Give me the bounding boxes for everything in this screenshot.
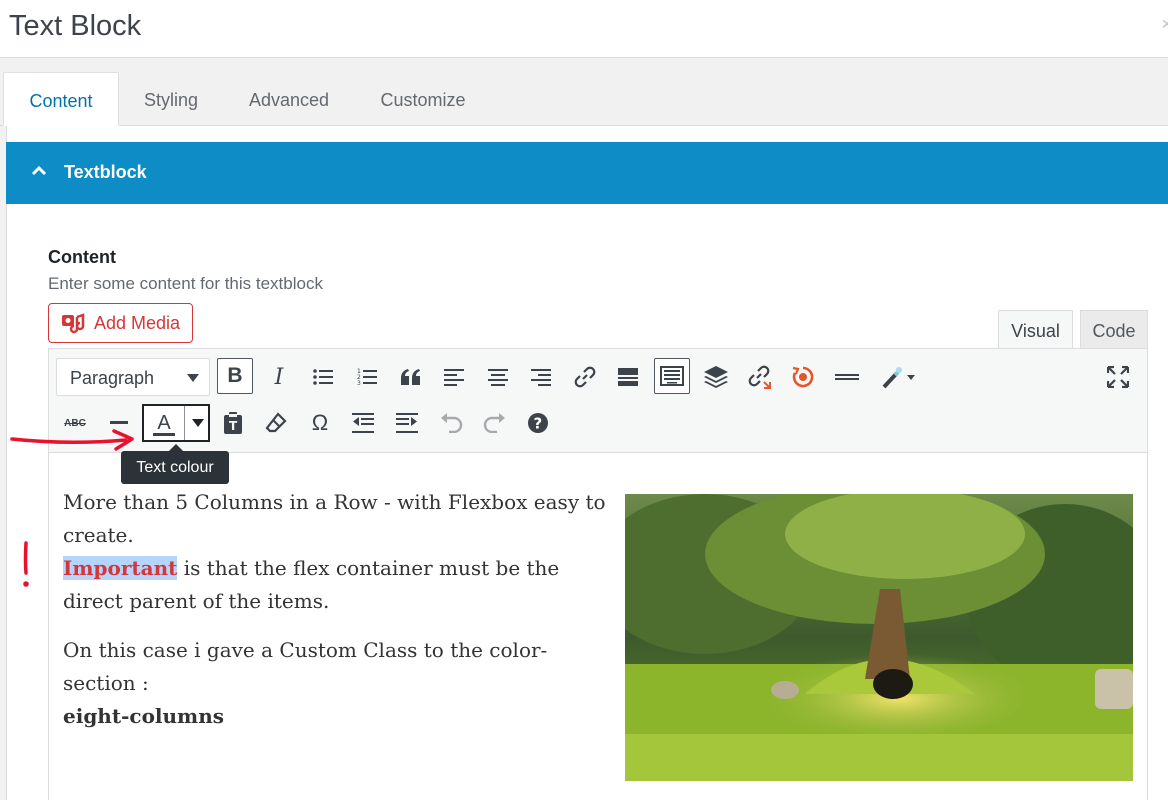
layers-icon <box>704 366 728 388</box>
content-line-3: On this case i gave a Custom Class to th… <box>63 638 548 695</box>
text-colour-glyph: A <box>157 412 171 434</box>
editor-content[interactable]: More than 5 Columns in a Row - with Flex… <box>63 486 608 749</box>
fullscreen-icon <box>1107 366 1129 388</box>
align-right-button[interactable] <box>523 359 559 395</box>
add-media-icon <box>62 313 85 334</box>
section-header-textblock[interactable]: Textblock <box>6 142 1168 204</box>
shortcode-icon <box>792 366 814 388</box>
section-title: Textblock <box>64 162 147 182</box>
embedded-image[interactable] <box>625 494 1133 781</box>
align-left-button[interactable] <box>436 359 472 395</box>
tab-advanced[interactable]: Advanced <box>232 72 346 126</box>
blockquote-icon <box>401 369 420 385</box>
paragraph-1: More than 5 Columns in a Row - with Flex… <box>63 486 608 618</box>
bold-icon: B <box>227 364 243 387</box>
modal-title: Text Block <box>9 10 142 42</box>
unlink-button[interactable] <box>742 359 778 395</box>
help-button[interactable]: ? <box>520 405 556 441</box>
bullet-list-button[interactable] <box>305 359 341 395</box>
selected-important-text[interactable]: Important <box>63 556 178 580</box>
paste-text-button[interactable]: T <box>215 405 251 441</box>
add-media-label: Add Media <box>94 313 181 333</box>
numbered-list-button[interactable]: 123 <box>349 359 385 395</box>
format-select-value: Paragraph <box>70 368 155 388</box>
clear-formatting-icon <box>265 412 287 433</box>
annotation-arrow <box>10 429 134 451</box>
tab-customize[interactable]: Customize <box>364 72 482 126</box>
code-tab[interactable]: Code <box>1080 310 1148 350</box>
field-description: Enter some content for this textblock <box>48 274 323 293</box>
svg-text:3: 3 <box>357 380 361 387</box>
field-label: Content <box>48 247 116 267</box>
special-character-button[interactable]: Ω <box>302 405 338 441</box>
chevron-up-icon <box>31 165 47 176</box>
bold-button[interactable]: B <box>217 358 253 394</box>
horizontal-line-button[interactable] <box>829 359 865 395</box>
shortcode-button[interactable] <box>785 359 821 395</box>
clear-formatting-button[interactable] <box>258 405 294 441</box>
svg-text:T: T <box>229 419 238 433</box>
toolbar-toggle-icon <box>660 366 684 386</box>
unlink-icon <box>748 365 771 389</box>
split-divider <box>184 406 185 440</box>
class-name-text: eight-columns <box>63 704 225 728</box>
align-right-icon <box>531 369 551 386</box>
outdent-icon <box>352 413 374 433</box>
horizontal-line-icon <box>835 374 859 380</box>
paragraph-2: On this case i gave a Custom Class to th… <box>63 634 608 733</box>
redo-button[interactable] <box>477 405 513 441</box>
italic-button[interactable]: I <box>261 359 297 395</box>
undo-icon <box>441 413 463 433</box>
annotation-exclamation <box>23 541 29 587</box>
help-icon: ? <box>528 413 548 433</box>
text-colour-swatch <box>153 433 175 436</box>
layers-button[interactable] <box>698 359 734 395</box>
chevron-down-icon <box>187 374 199 382</box>
link-icon <box>574 366 596 388</box>
special-character-icon: Ω <box>311 410 329 435</box>
outdent-button[interactable] <box>345 405 381 441</box>
align-center-button[interactable] <box>480 359 516 395</box>
close-icon[interactable]: × <box>1161 14 1168 35</box>
numbered-list-icon: 123 <box>357 368 377 387</box>
text-colour-icon: A <box>144 406 184 440</box>
fullscreen-button[interactable] <box>1100 359 1136 395</box>
magic-wand-button[interactable] <box>873 359 925 395</box>
read-more-button[interactable] <box>610 359 646 395</box>
undo-button[interactable] <box>433 405 469 441</box>
tooltip-text-colour: Text colour <box>121 444 229 484</box>
tab-styling[interactable]: Styling <box>124 72 218 126</box>
blockquote-button[interactable] <box>393 359 429 395</box>
tab-content[interactable]: Content <box>3 72 119 126</box>
paste-text-icon: T <box>224 412 242 434</box>
read-more-icon <box>618 368 638 386</box>
italic-icon: I <box>274 364 284 390</box>
align-center-icon <box>488 369 508 386</box>
toolbar-toggle-button[interactable] <box>654 358 690 394</box>
help-glyph: ? <box>534 415 543 433</box>
tab-bar: Content Styling Advanced Customize <box>0 58 1168 126</box>
text-colour-button[interactable]: A <box>142 404 210 442</box>
visual-tab[interactable]: Visual <box>998 310 1073 350</box>
indent-button[interactable] <box>389 405 425 441</box>
bullet-list-icon <box>313 369 333 385</box>
add-media-button[interactable]: Add Media <box>48 303 193 343</box>
indent-icon <box>396 413 418 433</box>
link-button[interactable] <box>567 359 603 395</box>
content-line-1: More than 5 Columns in a Row - with Flex… <box>63 490 606 547</box>
chevron-down-icon[interactable] <box>192 419 204 427</box>
format-select[interactable]: Paragraph <box>56 358 210 396</box>
magic-wand-icon <box>882 367 915 389</box>
forest-tree-image <box>625 494 1133 781</box>
modal-header: Text Block × <box>0 0 1168 58</box>
align-left-icon <box>444 369 464 386</box>
redo-icon <box>483 413 505 433</box>
